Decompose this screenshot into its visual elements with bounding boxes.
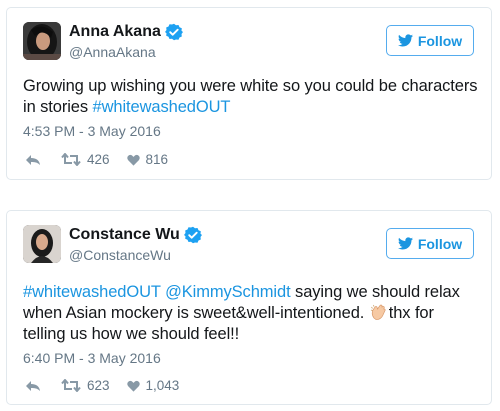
retweet-button[interactable]: 426 bbox=[61, 152, 110, 167]
retweet-count: 426 bbox=[87, 152, 110, 167]
heart-icon bbox=[126, 380, 140, 392]
avatar[interactable] bbox=[23, 225, 61, 263]
like-count: 816 bbox=[145, 152, 169, 167]
follow-label: Follow bbox=[417, 32, 463, 49]
display-name[interactable]: Constance Wu bbox=[69, 226, 180, 244]
retweet-icon bbox=[61, 379, 81, 392]
tweet-actions: 426 816 bbox=[25, 152, 168, 167]
tweet-text: #whitewashedOUT @KimmySchmidt saying we … bbox=[23, 282, 479, 345]
tweet-card: Constance Wu @ConstanceWu Follow #whitew… bbox=[6, 210, 492, 405]
like-button[interactable]: 1,043 bbox=[126, 378, 180, 393]
retweet-count: 623 bbox=[87, 378, 110, 393]
hashtag-link[interactable]: #whitewashedOUT bbox=[93, 98, 231, 116]
timestamp[interactable]: 4:53 PM - 3 May 2016 bbox=[23, 123, 161, 139]
tweet-text: Growing up wishing you were white so you… bbox=[23, 76, 479, 118]
tweet-card: Anna Akana @AnnaAkana Follow Growing up … bbox=[6, 7, 492, 180]
hashtag-link[interactable]: #whitewashedOUT bbox=[23, 283, 161, 301]
heart-icon bbox=[126, 154, 140, 166]
reply-arrow-icon bbox=[25, 380, 41, 392]
timestamp[interactable]: 6:40 PM - 3 May 2016 bbox=[23, 350, 161, 366]
follow-button[interactable]: Follow bbox=[386, 25, 474, 56]
retweet-button[interactable]: 623 bbox=[61, 378, 110, 393]
mention-link[interactable]: @KimmySchmidt bbox=[165, 283, 291, 301]
verified-badge-icon bbox=[164, 23, 183, 41]
display-name[interactable]: Anna Akana bbox=[69, 23, 161, 41]
verified-badge-icon bbox=[183, 226, 202, 244]
follow-label: Follow bbox=[417, 235, 463, 252]
like-count: 1,043 bbox=[145, 378, 180, 393]
follow-button[interactable]: Follow bbox=[386, 228, 474, 259]
twitter-bird-icon bbox=[397, 34, 413, 47]
retweet-icon bbox=[61, 153, 81, 166]
avatar[interactable] bbox=[23, 22, 61, 60]
handle[interactable]: @AnnaAkana bbox=[69, 44, 156, 60]
tweet-actions: 623 1,043 bbox=[25, 378, 179, 393]
handle[interactable]: @ConstanceWu bbox=[69, 247, 171, 263]
author-name-row: Constance Wu bbox=[69, 226, 202, 244]
like-button[interactable]: 816 bbox=[126, 152, 169, 167]
author-name-row: Anna Akana bbox=[69, 23, 183, 41]
reply-arrow-icon bbox=[25, 154, 41, 166]
twitter-bird-icon bbox=[397, 237, 413, 250]
reply-button[interactable] bbox=[25, 380, 41, 392]
reply-button[interactable] bbox=[25, 154, 41, 166]
clapping-hands-icon bbox=[370, 303, 388, 321]
tweet-text-plain: Growing up wishing you were white so you… bbox=[23, 77, 478, 116]
